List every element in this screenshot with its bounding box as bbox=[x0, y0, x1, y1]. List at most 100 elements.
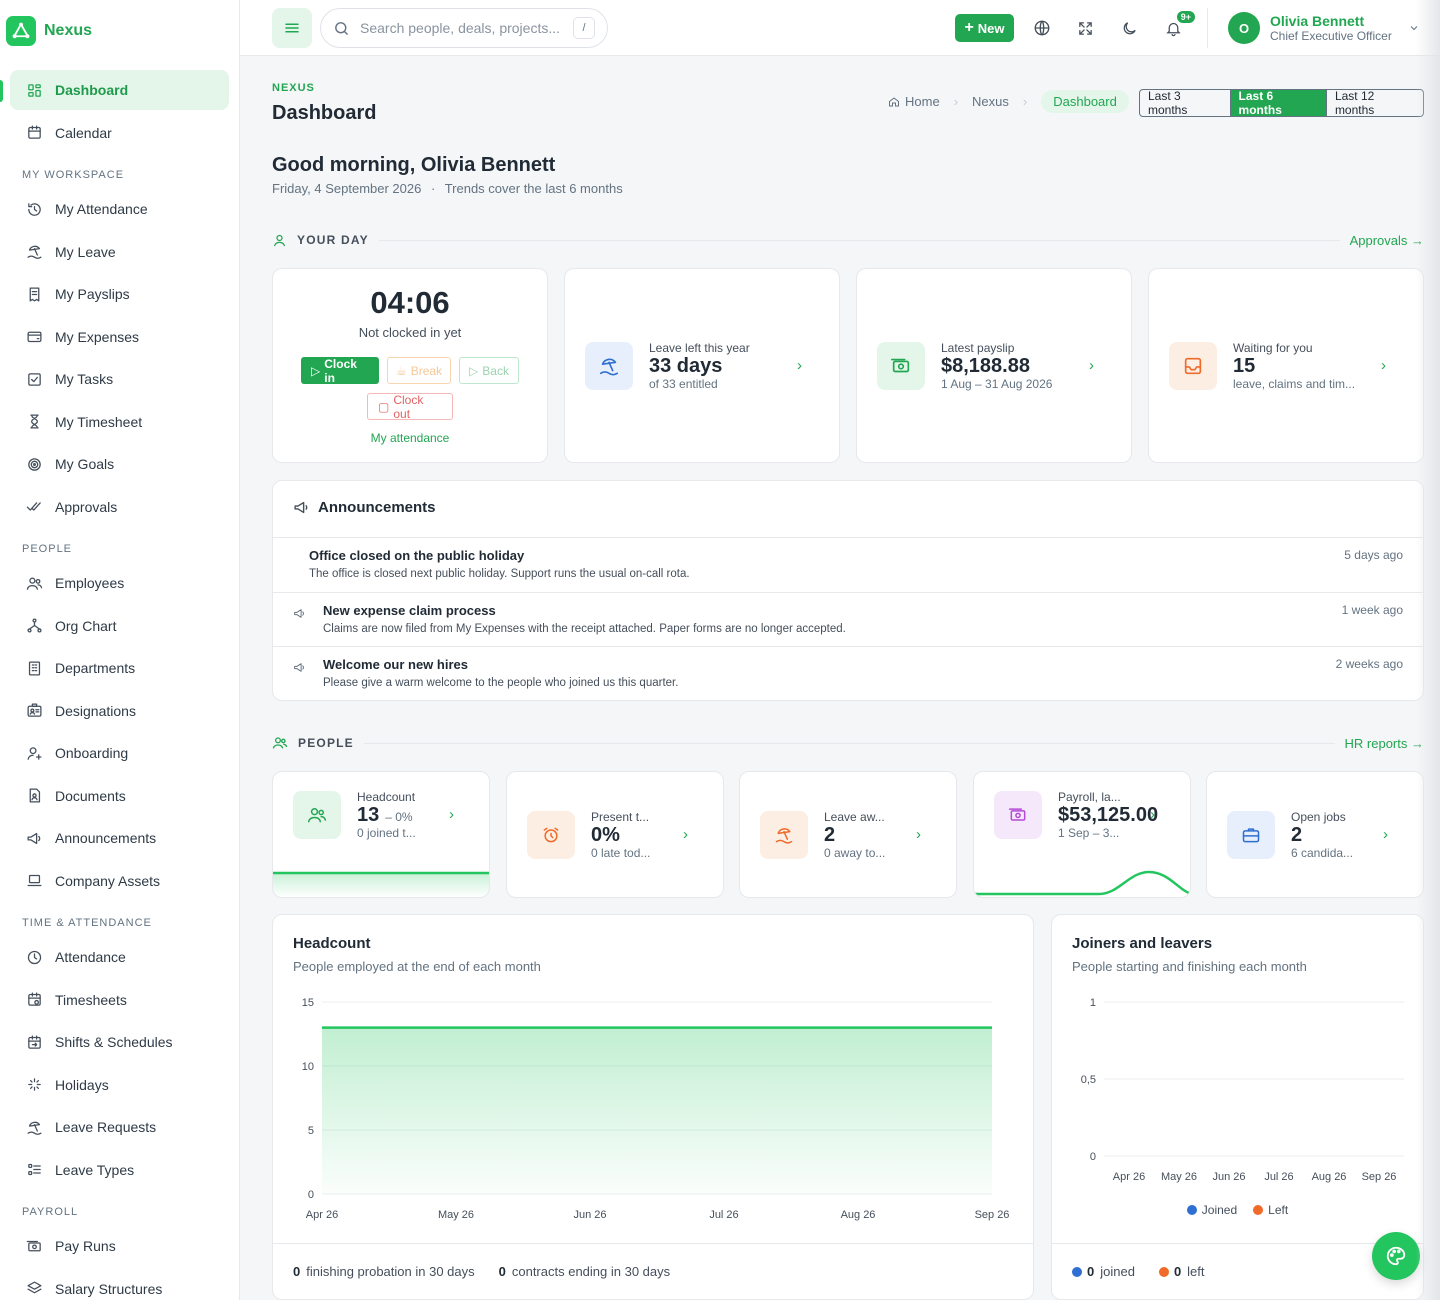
clock-out-button[interactable]: ▢ Clock out bbox=[367, 393, 453, 421]
announcement-item[interactable]: New expense claim process Claims are now … bbox=[273, 591, 1423, 647]
sidebar-item-label: My Tasks bbox=[55, 371, 114, 387]
clock-in-button[interactable]: ▷ Clock in bbox=[301, 357, 379, 385]
sidebar-item-pay-runs[interactable]: Pay Runs bbox=[10, 1226, 229, 1266]
brand-logo[interactable]: Nexus bbox=[0, 0, 239, 62]
stat-icon-wrap bbox=[877, 342, 925, 390]
joiners-chart-card: Joiners and leavers People starting and … bbox=[1051, 914, 1424, 1300]
announcement-title: Welcome our new hires bbox=[323, 657, 468, 672]
range-3-months[interactable]: Last 3 months bbox=[1140, 90, 1231, 116]
latest-payslip-card[interactable]: Latest payslip $8,188.88 1 Aug – 31 Aug 20… bbox=[856, 268, 1132, 463]
approvals-link-label: Approvals bbox=[1349, 232, 1408, 248]
sidebar-item-label: Leave Requests bbox=[55, 1119, 157, 1135]
left-stat: 0 left bbox=[1158, 1264, 1205, 1279]
hr-reports-link[interactable]: HR reports → bbox=[1345, 736, 1424, 751]
kpi-value: 2 bbox=[1291, 824, 1353, 846]
new-button[interactable]: + New bbox=[955, 14, 1014, 42]
sidebar-item-my-attendance[interactable]: My Attendance bbox=[10, 189, 229, 229]
theme-toggle-button[interactable] bbox=[1111, 10, 1147, 46]
chart-legend: Joined Left bbox=[1052, 1203, 1423, 1217]
org-chart-icon bbox=[27, 618, 42, 633]
waiting-for-you-card[interactable]: Waiting for you 15 leave, claims and tim..… bbox=[1148, 268, 1424, 463]
stat-value: 15 bbox=[1233, 355, 1256, 377]
sidebar-item-my-leave[interactable]: My Leave bbox=[10, 232, 229, 272]
expand-icon bbox=[1078, 21, 1092, 35]
sidebar-item-my-expenses[interactable]: My Expenses bbox=[10, 317, 229, 357]
range-6-months[interactable]: Last 6 months bbox=[1230, 90, 1327, 116]
sidebar-item-salary-structures[interactable]: Salary Structures bbox=[10, 1269, 229, 1300]
kpi-open-jobs-card[interactable]: Open jobs 2 6 candida... › bbox=[1206, 771, 1424, 898]
language-button[interactable] bbox=[1024, 10, 1060, 46]
sidebar-item-attendance[interactable]: Attendance bbox=[10, 937, 229, 977]
back-button[interactable]: ▷ Back bbox=[459, 357, 519, 384]
sidebar-item-leave-requests[interactable]: Leave Requests bbox=[10, 1107, 229, 1147]
sidebar-item-designations[interactable]: Designations bbox=[10, 691, 229, 731]
breadcrumb-home[interactable]: Home bbox=[888, 94, 940, 109]
money-icon bbox=[1008, 808, 1026, 821]
sidebar-item-leave-types[interactable]: Leave Types bbox=[10, 1150, 229, 1190]
sidebar-item-my-timesheet[interactable]: My Timesheet bbox=[10, 402, 229, 442]
sidebar-item-my-tasks[interactable]: My Tasks bbox=[10, 359, 229, 399]
sidebar-item-timesheets[interactable]: Timesheets bbox=[10, 980, 229, 1020]
sidebar-item-label: Leave Types bbox=[55, 1161, 135, 1178]
announcement-item[interactable]: Office closed on the public holiday The o… bbox=[273, 537, 1423, 592]
hamburger-icon bbox=[285, 23, 299, 33]
headcount-chart-card: Headcount People employed at the end of … bbox=[272, 914, 1034, 1300]
x-tick-label: Sep 26 bbox=[1362, 1171, 1397, 1183]
break-button[interactable]: ☕ Break bbox=[387, 357, 451, 384]
kpi-payroll-la-card[interactable]: Payroll, la... $53,125.00 1 Sep – 3... › bbox=[973, 771, 1191, 898]
announcement-item[interactable]: Welcome our new hires Please give a warm … bbox=[273, 646, 1423, 701]
search-input[interactable]: Search people, deals, projects... / bbox=[320, 8, 608, 48]
approvals-link[interactable]: Approvals → bbox=[1350, 233, 1424, 248]
sidebar-item-onboarding[interactable]: Onboarding bbox=[10, 733, 229, 773]
stat-subtext: of 33 entitled bbox=[649, 377, 718, 391]
kpi-icon-wrap bbox=[293, 791, 341, 839]
sidebar-item-employees[interactable]: Employees bbox=[10, 563, 229, 603]
legend-joined[interactable]: Joined bbox=[1186, 1203, 1237, 1217]
sidebar-item-label: My Timesheet bbox=[55, 413, 143, 430]
current-date: Friday, 4 September 2026 bbox=[272, 181, 422, 196]
sidebar-item-approvals[interactable]: Approvals bbox=[10, 487, 229, 527]
sidebar-item-holidays[interactable]: Holidays bbox=[10, 1065, 229, 1105]
breadcrumb-nexus[interactable]: Nexus bbox=[972, 94, 1009, 109]
sidebar-item-calendar[interactable]: Calendar bbox=[10, 113, 229, 153]
sidebar-section-title: PEOPLE bbox=[22, 543, 73, 555]
user-menu[interactable]: O Olivia Bennett Chief Executive Officer bbox=[1228, 12, 1420, 44]
sidebar-item-announcements[interactable]: Announcements bbox=[10, 818, 229, 858]
sidebar-item-org-chart[interactable]: Org Chart bbox=[10, 606, 229, 646]
logo-icon bbox=[6, 16, 36, 46]
legend-left[interactable]: Left bbox=[1253, 1203, 1288, 1217]
range-12-months[interactable]: Last 12 months bbox=[1327, 90, 1423, 116]
fullscreen-button[interactable] bbox=[1067, 10, 1103, 46]
kpi-leave-aw-card[interactable]: Leave aw... 2 0 away to... › bbox=[739, 771, 957, 898]
sidebar-item-departments[interactable]: Departments bbox=[10, 648, 229, 688]
announcements-header: Announcements bbox=[293, 499, 436, 516]
leave-left-this-year-card[interactable]: Leave left this year 33 days of 33 entitle… bbox=[564, 268, 840, 463]
kpi-present-t-card[interactable]: Present t... 0% 0 late tod... › bbox=[506, 771, 724, 898]
sidebar-item-company-assets[interactable]: Company Assets bbox=[10, 861, 229, 901]
sidebar-item-shifts-schedules[interactable]: Shifts & Schedules bbox=[10, 1022, 229, 1062]
clock-time: 04:06 bbox=[370, 285, 450, 320]
notifications-button[interactable]: 9+ bbox=[1155, 10, 1195, 46]
plus-icon: + bbox=[964, 19, 974, 36]
document-user-icon bbox=[29, 788, 41, 803]
stat-value: $8,188.88 bbox=[941, 355, 1030, 377]
sidebar-item-my-payslips[interactable]: My Payslips bbox=[10, 274, 229, 314]
sidebar-item-dashboard[interactable]: Dashboard bbox=[10, 70, 229, 110]
x-tick-label: Aug 26 bbox=[841, 1209, 876, 1221]
people-header: PEOPLE HR reports → bbox=[272, 733, 1424, 753]
sidebar-item-documents[interactable]: Documents bbox=[10, 776, 229, 816]
money-icon bbox=[26, 1240, 41, 1251]
legend-dot bbox=[1072, 1267, 1082, 1277]
my-attendance-link[interactable]: My attendance bbox=[273, 431, 547, 445]
sidebar-item-my-goals[interactable]: My Goals bbox=[10, 444, 229, 484]
contracts-count: 0 bbox=[498, 1264, 506, 1279]
sidebar-item-label: Timesheets bbox=[55, 991, 127, 1008]
y-tick-label: 1 bbox=[1090, 997, 1096, 1009]
menu-toggle-button[interactable] bbox=[272, 8, 312, 48]
kpi-headcount-card[interactable]: Headcount 13 – 0% 0 joined t... › bbox=[272, 771, 490, 898]
chevron-right-icon: › bbox=[797, 357, 802, 374]
x-tick-label: Apr 26 bbox=[1113, 1171, 1145, 1183]
headcount-chart: 0 5 10 15 Apr 26 May 26 Jun 26 Jul 26 Aug 26 Sep … bbox=[302, 997, 1010, 1221]
customize-button[interactable] bbox=[1372, 1232, 1420, 1280]
probation-count: 0 bbox=[293, 1264, 301, 1279]
